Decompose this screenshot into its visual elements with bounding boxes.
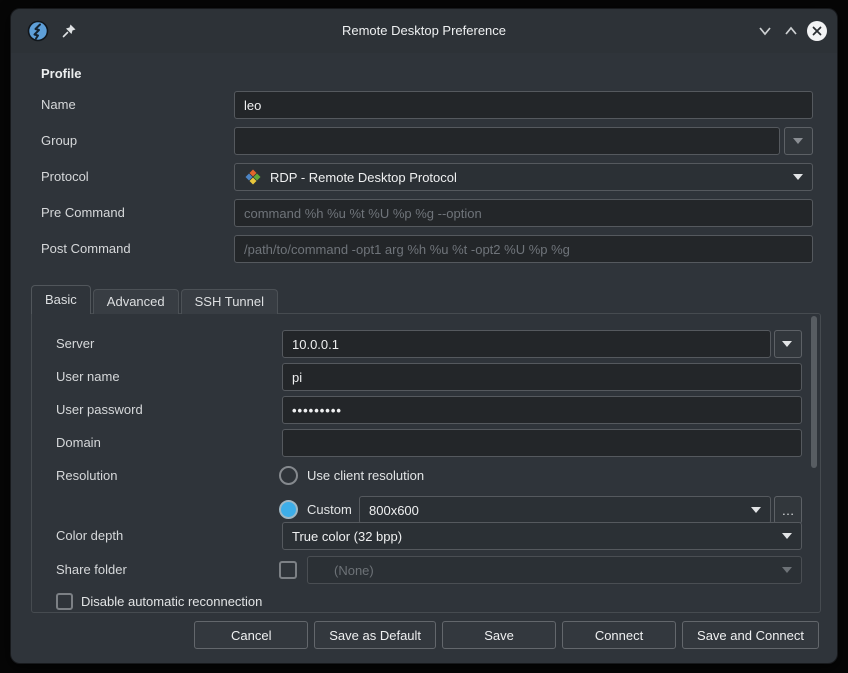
- share-folder-label: Share folder: [56, 556, 127, 584]
- server-dropdown-button[interactable]: [774, 330, 802, 358]
- tab-advanced[interactable]: Advanced: [93, 289, 179, 314]
- connect-button[interactable]: Connect: [562, 621, 676, 649]
- name-label: Name: [41, 91, 76, 119]
- share-folder-value: (None): [334, 563, 374, 578]
- pre-command-input[interactable]: [234, 199, 813, 227]
- post-command-input[interactable]: [234, 235, 813, 263]
- tab-basic[interactable]: Basic: [31, 285, 91, 314]
- color-depth-value: True color (32 bpp): [292, 529, 402, 544]
- vertical-scrollbar-thumb[interactable]: [811, 316, 817, 468]
- share-folder-checkbox[interactable]: [279, 561, 297, 579]
- custom-resolution-select[interactable]: 800x600: [359, 496, 771, 524]
- maximize-button-chevron-up-icon[interactable]: [783, 25, 799, 37]
- resolution-label: Resolution: [56, 462, 117, 490]
- save-and-connect-button[interactable]: Save and Connect: [682, 621, 819, 649]
- name-input[interactable]: [234, 91, 813, 119]
- save-button[interactable]: Save: [442, 621, 556, 649]
- protocol-select[interactable]: RDP - Remote Desktop Protocol: [234, 163, 813, 191]
- group-input[interactable]: [234, 127, 780, 155]
- chevron-down-icon: [782, 533, 792, 539]
- post-command-label: Post Command: [41, 235, 131, 263]
- profile-section-title: Profile: [41, 66, 81, 81]
- color-depth-select[interactable]: True color (32 bpp): [282, 522, 802, 550]
- save-as-default-button[interactable]: Save as Default: [314, 621, 436, 649]
- share-folder-select[interactable]: (None): [307, 556, 802, 584]
- chevron-down-icon: [751, 507, 761, 513]
- group-dropdown-button[interactable]: [784, 127, 813, 155]
- chevron-down-icon: [782, 341, 792, 347]
- user-name-label: User name: [56, 363, 120, 391]
- disable-auto-reconnect-checkbox[interactable]: [56, 593, 73, 610]
- radio-use-client-resolution[interactable]: [279, 466, 298, 485]
- pre-command-label: Pre Command: [41, 199, 125, 227]
- chevron-down-icon: [782, 567, 792, 573]
- resolution-more-button[interactable]: …: [774, 496, 802, 524]
- window-title: Remote Desktop Preference: [11, 9, 837, 53]
- domain-input[interactable]: [282, 429, 802, 457]
- custom-resolution-value: 800x600: [369, 503, 419, 518]
- titlebar[interactable]: Remote Desktop Preference: [11, 9, 837, 53]
- custom-resolution-label: Custom: [307, 496, 352, 524]
- tab-bar: Basic Advanced SSH Tunnel: [31, 285, 280, 314]
- remote-desktop-preference-dialog: Remote Desktop Preference Profile Name G…: [10, 8, 838, 664]
- minimize-button-chevron-down-icon[interactable]: [757, 25, 773, 37]
- server-label: Server: [56, 330, 94, 358]
- disable-auto-reconnect-label: Disable automatic reconnection: [81, 593, 262, 610]
- chevron-down-icon: [793, 174, 803, 180]
- dialog-button-row: Cancel Save as Default Save Connect Save…: [194, 621, 819, 649]
- color-depth-label: Color depth: [56, 522, 123, 550]
- user-password-input[interactable]: [282, 396, 802, 424]
- use-client-resolution-label: Use client resolution: [307, 462, 424, 490]
- server-input[interactable]: [282, 330, 771, 358]
- tab-ssh-tunnel[interactable]: SSH Tunnel: [181, 289, 278, 314]
- chevron-down-icon: [793, 138, 803, 144]
- protocol-value: RDP - Remote Desktop Protocol: [270, 170, 457, 185]
- group-label: Group: [41, 127, 77, 155]
- domain-label: Domain: [56, 429, 101, 457]
- cancel-button[interactable]: Cancel: [194, 621, 308, 649]
- user-password-label: User password: [56, 396, 143, 424]
- rdp-protocol-icon: [244, 168, 262, 186]
- close-button-x-icon[interactable]: [807, 21, 827, 41]
- protocol-label: Protocol: [41, 163, 89, 191]
- radio-custom-resolution[interactable]: [279, 500, 298, 519]
- user-name-input[interactable]: [282, 363, 802, 391]
